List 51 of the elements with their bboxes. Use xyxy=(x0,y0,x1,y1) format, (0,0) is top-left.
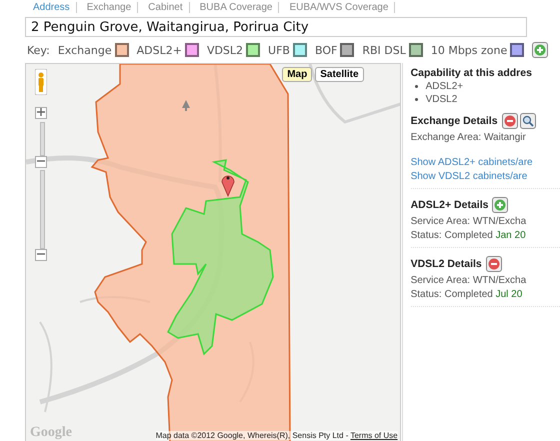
tab[interactable]: Exchange xyxy=(80,2,138,13)
tab[interactable]: EUBA/WVS Coverage xyxy=(283,2,396,13)
bullet-icon xyxy=(414,85,418,88)
section-title: ADSL2+ Details xyxy=(410,199,488,211)
tab[interactable]: Address xyxy=(27,2,77,13)
zoom-slider-track[interactable] xyxy=(40,170,45,249)
collapse-button[interactable] xyxy=(486,256,502,272)
detail-line: Status: Completed Jul 20 xyxy=(410,289,524,300)
zoom-in-button[interactable] xyxy=(35,107,47,119)
detail-line: Exchange Area: Waitangir xyxy=(410,132,527,143)
plus-icon xyxy=(37,108,45,116)
legend-label: VDSL2 xyxy=(206,44,244,56)
legend-label: ADSL2+ xyxy=(136,44,182,56)
map-type-button[interactable]: Map xyxy=(282,67,312,82)
address-field[interactable]: 2 Penguin Grove, Waitangirua, Porirua City xyxy=(25,17,527,37)
search-button[interactable] xyxy=(520,113,536,129)
tab[interactable]: Cabinet xyxy=(142,2,190,13)
bullet-icon xyxy=(414,98,418,101)
key-label: Key: xyxy=(27,44,50,56)
legend-label: 10 Mbps zone xyxy=(430,44,508,56)
map-type-button[interactable]: Satellite xyxy=(315,67,364,82)
legend-label: BOF xyxy=(314,44,338,56)
map-pin-icon xyxy=(222,176,234,196)
collapse-button[interactable] xyxy=(502,113,518,129)
expand-button[interactable] xyxy=(492,197,508,213)
legend-label: Exchange xyxy=(58,44,112,56)
section-title: Capability at this addres xyxy=(410,67,532,79)
section-title: Exchange Details xyxy=(410,115,498,127)
terms-link[interactable]: Terms of Use xyxy=(350,431,398,440)
zoom-slider-handle[interactable] xyxy=(35,156,47,168)
capability-item: VDSL2 xyxy=(426,94,458,105)
section-title: VDSL2 Details xyxy=(410,258,482,270)
minus-icon xyxy=(504,115,516,127)
detail-line: Status: Completed Jan 20 xyxy=(410,230,527,241)
zoom-out-button[interactable] xyxy=(35,249,47,261)
map-attribution: Map data ©2012 Google, Whereis(R), Sensis Pty Ltd - Terms of Use xyxy=(156,431,398,440)
search-icon xyxy=(522,115,534,127)
zoom-slider-track[interactable] xyxy=(40,122,45,156)
detail-line: Service Area: WTN/Excha xyxy=(410,275,528,286)
add-button[interactable] xyxy=(532,42,548,58)
detail-line: Service Area: WTN/Excha xyxy=(410,216,528,227)
tab[interactable]: BUBA Coverage xyxy=(194,2,280,13)
plus-icon xyxy=(534,44,546,56)
plus-icon xyxy=(494,199,506,211)
legend-label: RBI DSL xyxy=(362,44,406,56)
pegman-icon[interactable] xyxy=(35,69,47,95)
show-cabinets-link[interactable]: Show VDSL2 cabinets/are xyxy=(410,171,560,182)
show-cabinets-link[interactable]: Show ADSL2+ cabinets/are xyxy=(410,157,560,168)
minus-icon xyxy=(488,258,500,270)
capability-item: ADSL2+ xyxy=(426,81,464,92)
legend-label: UFB xyxy=(268,44,290,56)
